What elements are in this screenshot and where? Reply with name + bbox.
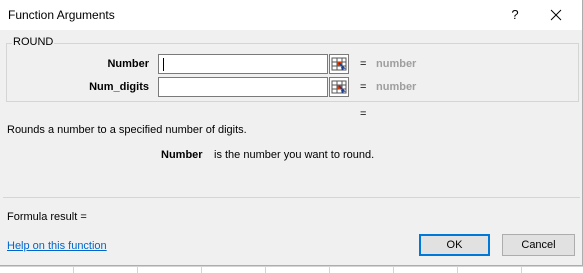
- spreadsheet-grid-strip: [0, 266, 583, 273]
- separator: [3, 197, 580, 198]
- ok-button[interactable]: OK: [419, 234, 490, 256]
- arg-label-number: Number: [107, 58, 149, 70]
- text-caret: [163, 58, 164, 71]
- grid-line: [329, 267, 330, 273]
- grid-line: [457, 267, 458, 273]
- cancel-button[interactable]: Cancel: [502, 234, 575, 256]
- arg-equals-number: =: [360, 58, 367, 70]
- arg-result-number: number: [376, 58, 417, 70]
- grid-line: [521, 267, 522, 273]
- number-collapse-button[interactable]: [329, 54, 349, 74]
- help-button[interactable]: ?: [505, 5, 525, 25]
- range-select-icon: [331, 80, 347, 94]
- grid-line: [201, 267, 202, 273]
- close-button[interactable]: [545, 4, 567, 26]
- function-description: Rounds a number to a specified number of…: [7, 124, 247, 136]
- function-arguments-dialog: Function Arguments ? ROUND Number = numb…: [0, 0, 583, 266]
- arg-help-text: is the number you want to round.: [214, 149, 375, 161]
- close-icon: [550, 9, 562, 21]
- num-digits-input[interactable]: [158, 77, 328, 97]
- title-bar: Function Arguments ?: [0, 0, 582, 30]
- formula-result-label: Formula result =: [7, 211, 87, 223]
- grid-line: [137, 267, 138, 273]
- grid-line: [265, 267, 266, 273]
- overall-equals: =: [360, 108, 367, 120]
- function-name-label: ROUND: [12, 36, 55, 48]
- arg-help-name: Number: [161, 149, 203, 161]
- dialog-title: Function Arguments: [8, 8, 115, 22]
- num-digits-collapse-button[interactable]: [329, 77, 349, 97]
- arg-result-num-digits: number: [376, 81, 417, 93]
- grid-line: [73, 267, 74, 273]
- number-input[interactable]: [158, 54, 328, 74]
- arg-equals-num-digits: =: [360, 81, 367, 93]
- help-on-function-link[interactable]: Help on this function: [7, 240, 107, 252]
- grid-line: [393, 267, 394, 273]
- arg-label-num-digits: Num_digits: [89, 81, 149, 93]
- range-select-icon: [331, 57, 347, 71]
